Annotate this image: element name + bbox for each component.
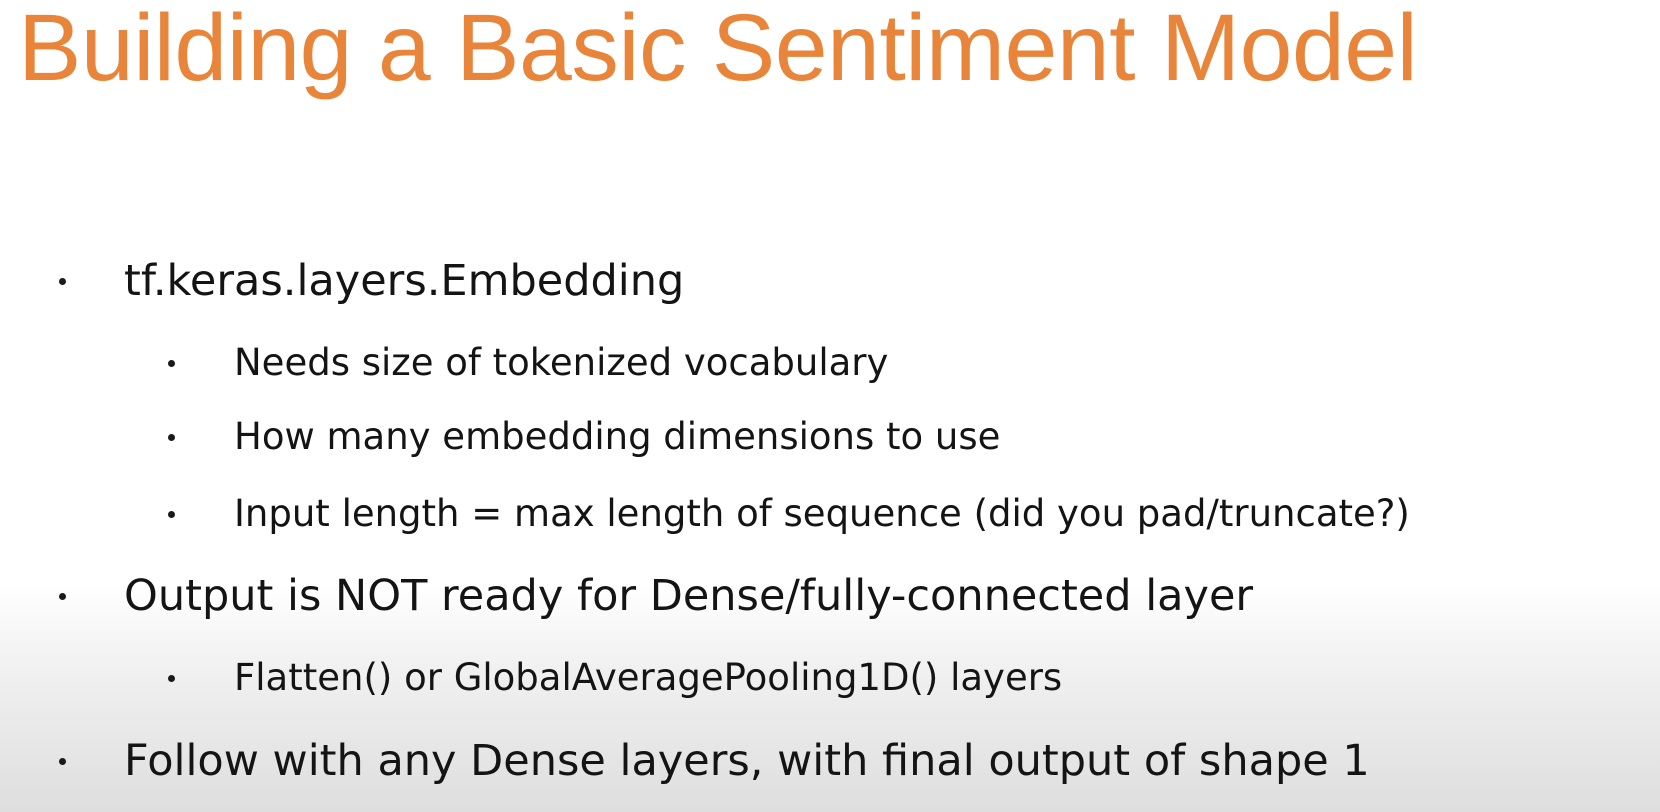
bullet-text: Output is NOT ready for Dense/fully-conn…	[124, 571, 1254, 621]
slide: Building a Basic Sentiment Model tf.kera…	[0, 0, 1660, 812]
sub-bullet-text: Input length = max length of sequence (d…	[234, 492, 1410, 535]
bullet-text: tf.keras.layers.Embedding	[124, 256, 685, 306]
bullet-dot-icon	[59, 758, 66, 765]
bullet-list: tf.keras.layers.Embedding Needs size of …	[0, 0, 1660, 812]
bullet-dot-icon	[59, 278, 66, 285]
sub-bullet-text: Needs size of tokenized vocabulary	[234, 341, 889, 384]
sub-bullet-text: Flatten() or GlobalAveragePooling1D() la…	[234, 656, 1063, 699]
bullet-text: Follow with any Dense layers, with final…	[124, 736, 1370, 786]
bullet-dot-icon	[59, 593, 66, 600]
bullet-dot-icon	[168, 360, 175, 367]
sub-bullet-text: How many embedding dimensions to use	[234, 415, 1001, 458]
bullet-dot-icon	[168, 511, 175, 518]
bullet-dot-icon	[168, 675, 175, 682]
bullet-dot-icon	[168, 434, 175, 441]
